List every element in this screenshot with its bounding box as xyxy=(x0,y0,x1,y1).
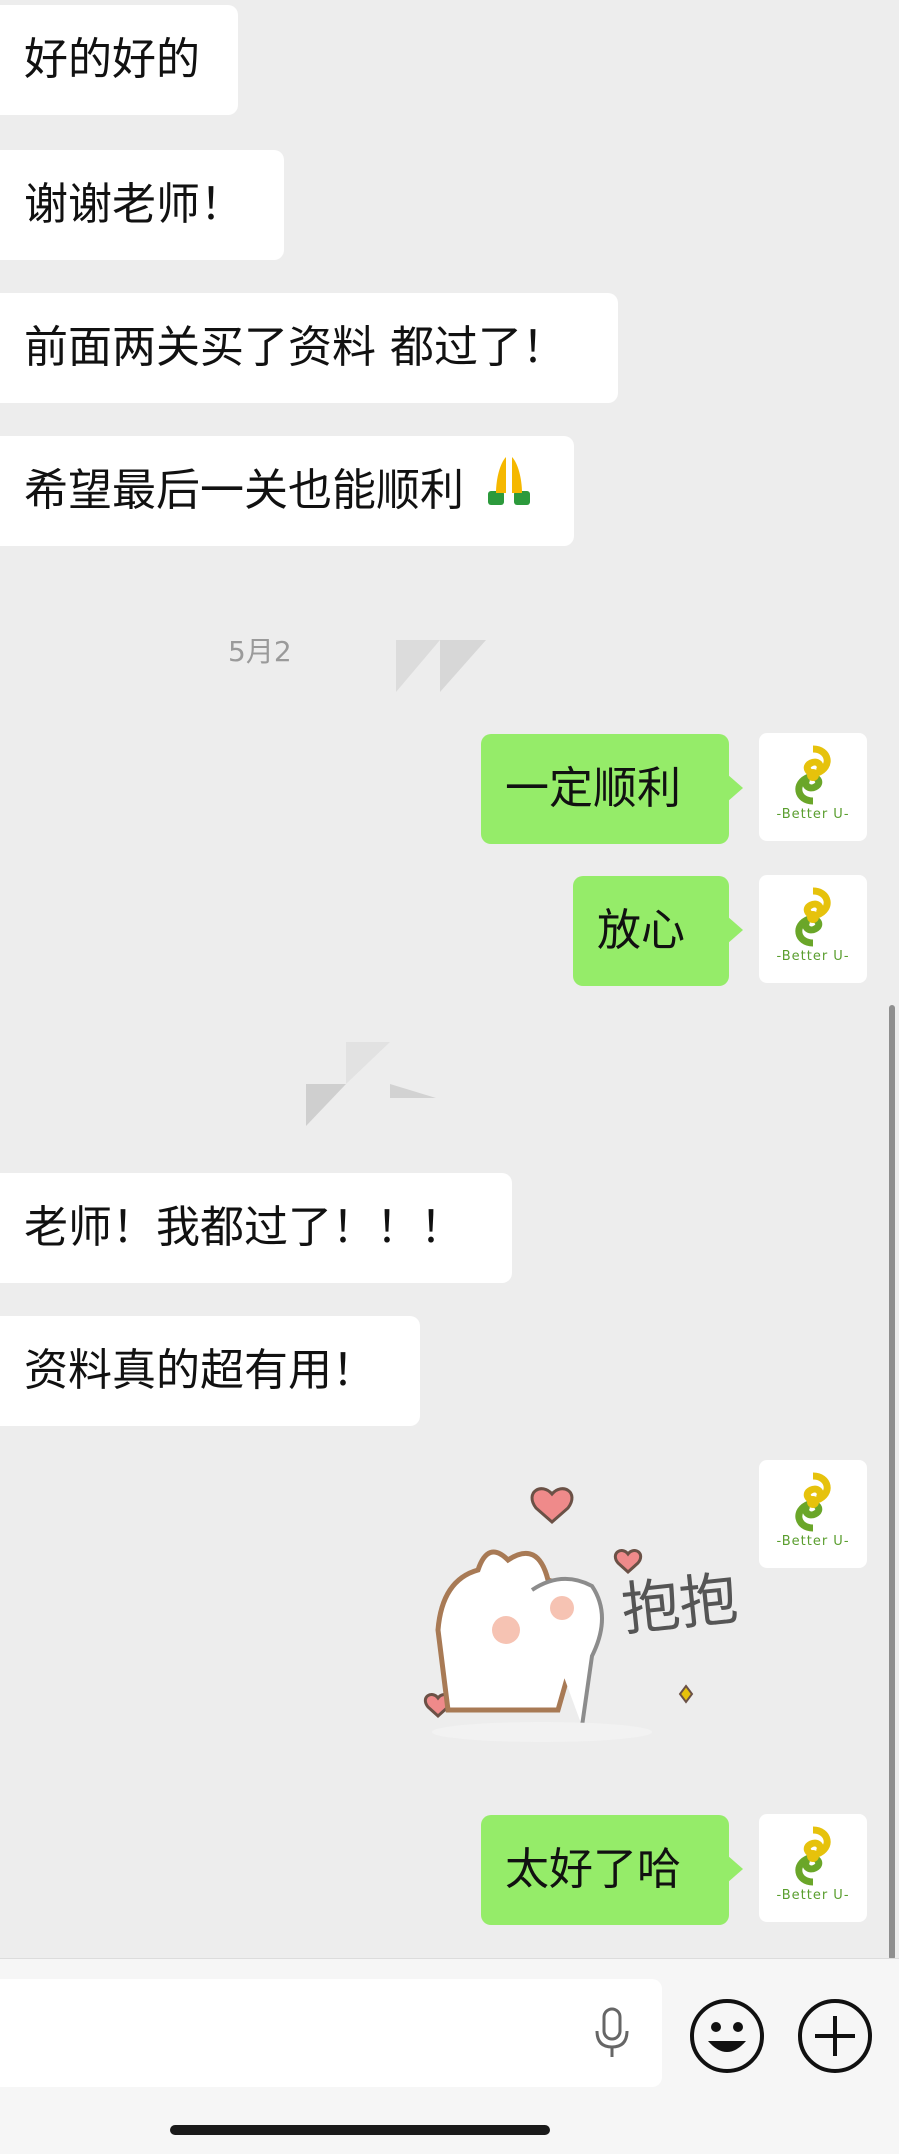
message-text: 希望最后一关也能顺利 xyxy=(24,465,464,516)
chat-area[interactable]: 好的好的 谢谢老师！ 前面两关买了资料 都过了！ 希望最后一关也能顺利 5月2 … xyxy=(0,0,899,1960)
scrollbar[interactable] xyxy=(889,1005,895,1960)
message-text: 资料真的超有用！ xyxy=(24,1345,376,1396)
message-text: 谢谢老师！ xyxy=(24,179,244,230)
message-bubble[interactable]: 老师！我都过了！！！ xyxy=(0,1173,512,1283)
message-bubble[interactable]: 一定顺利 xyxy=(481,734,743,844)
emoji-icon[interactable] xyxy=(688,1997,766,2075)
pray-emoji-icon xyxy=(484,438,534,548)
message-bubble[interactable]: 希望最后一关也能顺利 xyxy=(0,436,574,546)
input-bar xyxy=(0,1958,899,2154)
better-u-logo-icon xyxy=(795,1826,831,1886)
timestamp: 5月2 xyxy=(228,635,292,668)
message-bubble[interactable]: 前面两关买了资料 都过了！ xyxy=(0,293,618,403)
better-u-logo-icon xyxy=(795,745,831,805)
message-bubble[interactable]: 好的好的 xyxy=(0,5,238,115)
better-u-logo-icon xyxy=(795,887,831,947)
message-text: 放心 xyxy=(597,905,685,956)
watermark-glyph xyxy=(306,1042,436,1126)
sticker-text: 抱抱 xyxy=(619,1566,741,1643)
avatar[interactable]: -Better U- xyxy=(759,1460,867,1568)
message-bubble[interactable]: 放心 xyxy=(573,876,743,986)
avatar[interactable]: -Better U- xyxy=(759,1814,867,1922)
better-u-logo-icon xyxy=(795,1472,831,1532)
home-indicator xyxy=(170,2125,550,2135)
message-text: 前面两关买了资料 都过了！ xyxy=(24,322,566,373)
avatar[interactable]: -Better U- xyxy=(759,875,867,983)
mic-icon[interactable] xyxy=(592,2007,632,2061)
avatar[interactable]: -Better U- xyxy=(759,733,867,841)
avatar-caption: -Better U- xyxy=(776,1888,850,1903)
message-text: 太好了哈 xyxy=(505,1844,681,1895)
message-bubble[interactable]: 谢谢老师！ xyxy=(0,150,284,260)
hug-sticker-icon: 抱抱 xyxy=(423,1487,741,1742)
message-text: 一定顺利 xyxy=(505,763,681,814)
plus-icon[interactable] xyxy=(796,1997,874,2075)
avatar-caption: -Better U- xyxy=(776,807,850,822)
message-bubble[interactable]: 太好了哈 xyxy=(481,1815,743,1925)
message-input[interactable] xyxy=(0,1979,662,2087)
message-bubble[interactable]: 资料真的超有用！ xyxy=(0,1316,420,1426)
message-text: 好的好的 xyxy=(24,34,200,85)
avatar-caption: -Better U- xyxy=(776,949,850,964)
watermark-glyph xyxy=(396,640,486,692)
message-text: 老师！我都过了！！！ xyxy=(24,1202,464,1253)
avatar-caption: -Better U- xyxy=(776,1534,850,1549)
sticker-hug[interactable]: 抱抱 xyxy=(402,1480,742,1750)
